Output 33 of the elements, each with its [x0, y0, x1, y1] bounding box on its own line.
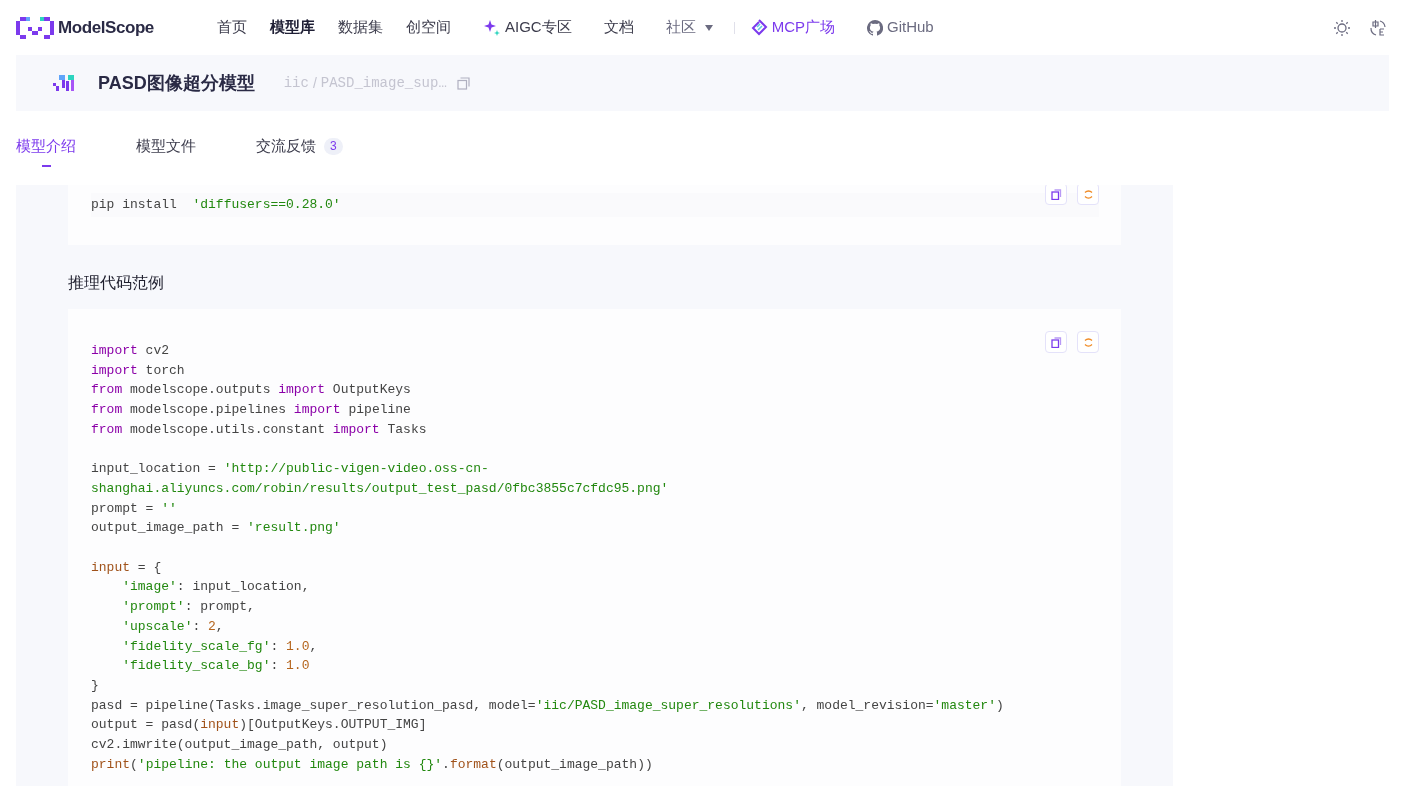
nav-link[interactable]: 模型库	[270, 16, 315, 39]
tab[interactable]: 模型介绍	[16, 135, 76, 167]
caret-down-icon	[703, 24, 714, 31]
brackets-icon	[1082, 188, 1094, 200]
copy-icon	[1050, 188, 1062, 200]
nav-link[interactable]: MCP广场	[750, 16, 836, 39]
brackets-icon	[1082, 336, 1094, 348]
nav-link[interactable]: 数据集	[338, 16, 383, 39]
model-logo-icon	[53, 75, 77, 91]
tab[interactable]: 模型文件	[136, 135, 196, 167]
logo-icon[interactable]	[16, 16, 54, 39]
language-switch-icon[interactable]	[1369, 18, 1387, 37]
code-text: import cv2 import torch from modelscope.outputs import OutputKeys from modelscope.pipelines import pipeline from modelscope.utils.constant import Tasks input_location = 'http://public-vigen-video.oss-cn- shanghai.aliyuncs.com/robin/results/output_test_pasd/0fbc3855c7cfdc95.png' prompt = '' output_image_path = 'result.png' input = { 'image': input_location, 'prompt': prompt, 'upscale': 2, 'fidelity_scale_fg': 1.0, 'fidelity_scale_bg': 1.0 } pasd = pipeline(Tasks.image_super_resolution_pasd, model='iic/PASD_image_super_resolutions', model_revision='master') output = pasd(input)[OutputKeys.OUTPUT_IMG] cv2.imwrite(output_image_path, output) print('pipeline: the output image path is {}'.format(output_image_path))	[91, 342, 1004, 774]
code-text: pip install 'diffusers==0.28.0'	[91, 196, 341, 214]
logo-text[interactable]: ModelScope	[58, 14, 154, 41]
nav-link[interactable]: AIGC专区	[483, 16, 572, 39]
nav-link[interactable]: 首页	[217, 16, 247, 39]
nav-link[interactable]: 社区	[665, 16, 751, 39]
copy-button[interactable]	[1045, 331, 1067, 353]
sparkle-icon	[483, 18, 501, 37]
path-separator: /	[312, 73, 317, 93]
theme-toggle-icon[interactable]	[1333, 18, 1351, 37]
copy-button[interactable]	[1045, 185, 1067, 205]
count-badge: 3	[324, 138, 343, 155]
section-heading: 推理代码范例	[68, 273, 165, 293]
tab[interactable]: 交流反馈	[256, 135, 316, 167]
model-title: PASD图像超分模型	[98, 71, 255, 95]
copy-icon	[1050, 336, 1062, 348]
nav-link[interactable]: 文档	[603, 16, 634, 39]
mcp-icon	[750, 19, 768, 36]
nav-link[interactable]: GitHub	[867, 16, 934, 39]
nav-link[interactable]: 创空间	[406, 16, 451, 39]
github-icon	[867, 19, 884, 36]
